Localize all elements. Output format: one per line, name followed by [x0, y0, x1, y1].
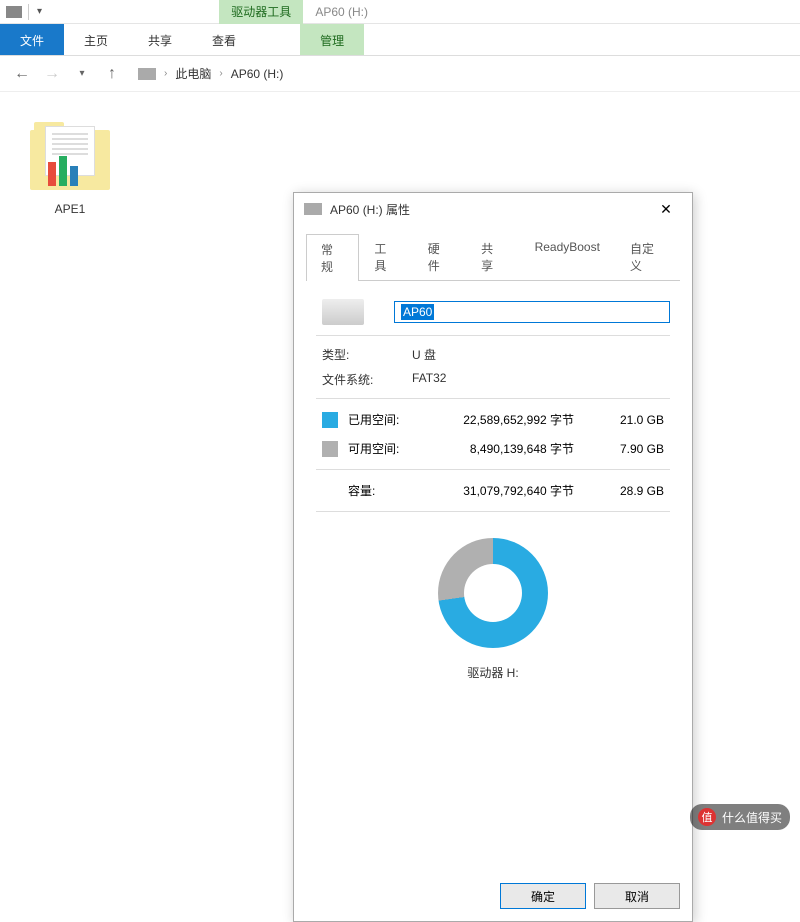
properties-dialog: AP60 (H:) 属性 ✕ 常规 工具 硬件 共享 ReadyBoost 自定… — [293, 192, 693, 922]
properties-tabs: 常规 工具 硬件 共享 ReadyBoost 自定义 — [306, 233, 680, 281]
ribbon-tabs: 文件 主页 共享 查看 管理 — [0, 24, 800, 56]
used-label: 已用空间: — [348, 411, 428, 428]
breadcrumb-location[interactable]: AP60 (H:) — [231, 67, 284, 81]
usage-donut-chart — [438, 538, 548, 648]
filesystem-value: FAT32 — [412, 371, 446, 388]
recent-dropdown[interactable]: ▾ — [70, 62, 94, 86]
used-gb: 21.0 GB — [594, 413, 664, 427]
tab-file[interactable]: 文件 — [0, 24, 64, 55]
tab-hardware[interactable]: 硬件 — [413, 233, 466, 280]
tab-home[interactable]: 主页 — [64, 24, 128, 55]
contextual-group-label: 驱动器工具 — [219, 0, 303, 24]
drive-chart-label: 驱动器 H: — [316, 664, 670, 681]
dialog-titlebar[interactable]: AP60 (H:) 属性 ✕ — [294, 193, 692, 225]
window-title: AP60 (H:) — [303, 1, 380, 23]
breadcrumb[interactable]: › 此电脑 › AP60 (H:) — [138, 65, 283, 82]
qat-dropdown[interactable]: ▾ — [33, 6, 46, 17]
tab-readyboost[interactable]: ReadyBoost — [520, 233, 615, 280]
close-button[interactable]: ✕ — [650, 201, 682, 218]
used-swatch-icon — [322, 412, 338, 428]
drive-icon — [6, 6, 22, 18]
up-button[interactable]: ↑ — [100, 62, 124, 86]
tab-general[interactable]: 常规 — [306, 234, 359, 281]
type-label: 类型: — [322, 346, 412, 363]
dialog-title: AP60 (H:) 属性 — [330, 201, 650, 218]
folder-label: APE1 — [20, 202, 120, 216]
tab-customize[interactable]: 自定义 — [615, 233, 680, 280]
free-bytes: 8,490,139,648 字节 — [428, 440, 594, 457]
folder-icon — [30, 122, 110, 192]
back-button[interactable]: ← — [10, 62, 34, 86]
drive-name-input[interactable]: AP60 — [394, 301, 670, 323]
tab-tools[interactable]: 工具 — [359, 233, 412, 280]
watermark: 值 什么值得买 — [690, 804, 790, 830]
chevron-right-icon: › — [164, 68, 167, 79]
type-value: U 盘 — [412, 346, 436, 363]
breadcrumb-this-pc[interactable]: 此电脑 — [175, 65, 211, 82]
navigation-bar: ← → ▾ ↑ › 此电脑 › AP60 (H:) — [0, 56, 800, 92]
chevron-right-icon: › — [219, 68, 222, 79]
separator — [28, 4, 29, 20]
drive-large-icon — [322, 299, 364, 325]
used-bytes: 22,589,652,992 字节 — [428, 411, 594, 428]
drive-icon — [138, 68, 156, 80]
file-pane[interactable]: APE1 AP60 (H:) 属性 ✕ 常规 工具 硬件 共享 ReadyBoo… — [0, 92, 800, 840]
ok-button[interactable]: 确定 — [500, 883, 586, 909]
capacity-gb: 28.9 GB — [594, 484, 664, 498]
watermark-icon: 值 — [698, 808, 716, 826]
tab-view[interactable]: 查看 — [192, 24, 256, 55]
free-gb: 7.90 GB — [594, 442, 664, 456]
drive-icon — [304, 203, 322, 215]
free-swatch-icon — [322, 441, 338, 457]
free-label: 可用空间: — [348, 440, 428, 457]
watermark-text: 什么值得买 — [722, 809, 782, 826]
tab-sharing[interactable]: 共享 — [466, 233, 519, 280]
filesystem-label: 文件系统: — [322, 371, 412, 388]
window-titlebar: ▾ 驱动器工具 AP60 (H:) — [0, 0, 800, 24]
capacity-bytes: 31,079,792,640 字节 — [428, 482, 594, 499]
forward-button[interactable]: → — [40, 62, 64, 86]
cancel-button[interactable]: 取消 — [594, 883, 680, 909]
folder-item[interactable]: APE1 — [20, 122, 120, 216]
capacity-label: 容量: — [348, 482, 428, 499]
tab-manage[interactable]: 管理 — [300, 24, 364, 55]
tab-share[interactable]: 共享 — [128, 24, 192, 55]
